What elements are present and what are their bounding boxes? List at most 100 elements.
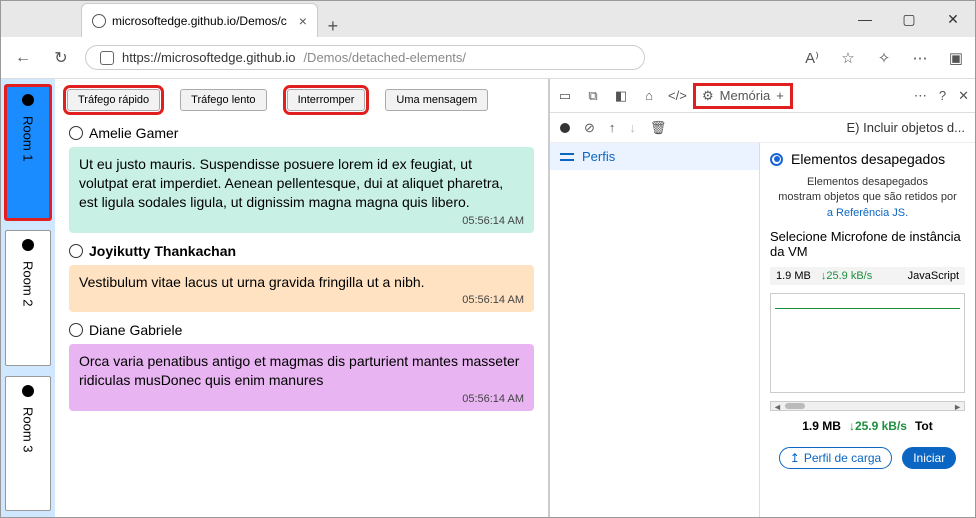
export-icon[interactable]: ↑ xyxy=(609,120,616,135)
room-label: Room 3 xyxy=(21,407,36,453)
record-icon[interactable] xyxy=(560,123,570,133)
presence-dot-icon xyxy=(22,239,34,251)
devtools-panel: ▭ ⧉ ◧ ⌂ </> ⚙ Memória + ⋯ ? ✕ ⊘ ↑ ↓ 🗑 E)… xyxy=(549,79,975,517)
sidebar-toggle-icon[interactable]: ▣ xyxy=(945,49,967,67)
inspect-icon[interactable]: ▭ xyxy=(556,88,574,104)
chat-toolbar: Tráfego rápido Tráfego lento Interromper… xyxy=(55,79,548,121)
address-bar: ← ↻ https://microsoftedge.github.io/Demo… xyxy=(1,37,975,79)
profiling-type-description: Elementos desapegados mostram objetos qu… xyxy=(770,175,965,221)
url-path: /Demos/detached-elements/ xyxy=(303,50,466,65)
help-icon[interactable]: ? xyxy=(939,88,946,103)
room-label: Room 2 xyxy=(21,261,36,307)
mem-size: 1.9 MB xyxy=(776,270,811,282)
window-minimize-button[interactable]: — xyxy=(843,1,887,37)
avatar-icon xyxy=(69,244,83,258)
extensions-icon[interactable]: ✧ xyxy=(873,49,895,67)
tab-memory-label: Memória xyxy=(720,88,771,103)
devtools-tabstrip: ▭ ⧉ ◧ ⌂ </> ⚙ Memória + ⋯ ? ✕ xyxy=(550,79,975,113)
room-label: Room 1 xyxy=(21,116,36,162)
mem-size-2: 1.9 MB xyxy=(802,419,841,433)
avatar-icon xyxy=(69,126,83,140)
reference-js-link[interactable]: a Referência JS. xyxy=(827,207,908,219)
import-icon[interactable]: ↓ xyxy=(629,120,636,135)
elements-icon[interactable]: </> xyxy=(668,88,686,103)
profiles-sidebar: Perfis xyxy=(550,143,760,517)
message-author-row: Amelie Gamer xyxy=(69,121,534,141)
author-name: Joyikutty Thankachan xyxy=(89,243,236,259)
chart-line xyxy=(775,308,960,309)
scroll-left-icon[interactable]: ◄ xyxy=(773,402,782,412)
message-bubble: Orca varia penatibus antigo et magmas di… xyxy=(69,344,534,411)
trash-icon[interactable]: 🗑 xyxy=(650,120,667,136)
tab-close-icon[interactable]: × xyxy=(299,13,307,29)
load-profile-button[interactable]: ↥ Perfil de carga xyxy=(779,447,892,469)
profiles-header[interactable]: Perfis xyxy=(550,143,759,170)
start-button[interactable]: Iniciar xyxy=(902,447,956,469)
load-profile-label: Perfil de carga xyxy=(804,451,881,465)
radio-icon xyxy=(770,153,783,166)
profiles-label: Perfis xyxy=(582,149,615,164)
device-icon[interactable]: ⧉ xyxy=(584,88,602,104)
sliders-icon xyxy=(560,150,574,164)
scroll-thumb[interactable] xyxy=(785,403,805,409)
window-maximize-button[interactable]: ▢ xyxy=(887,1,931,37)
scroll-right-icon[interactable]: ► xyxy=(953,402,962,412)
message-author-row: Diane Gabriele xyxy=(69,318,534,338)
one-message-button[interactable]: Uma mensagem xyxy=(385,89,488,111)
more-tabs-icon[interactable]: ⋯ xyxy=(914,88,927,104)
clear-icon[interactable]: ⊘ xyxy=(584,120,595,136)
read-aloud-icon[interactable]: A⁾ xyxy=(801,49,823,67)
author-name: Diane Gabriele xyxy=(89,322,182,338)
chart-scrollbar[interactable]: ◄ ► xyxy=(770,401,965,411)
fast-traffic-button[interactable]: Tráfego rápido xyxy=(67,89,160,111)
plus-icon: + xyxy=(776,88,784,103)
message-timestamp: 05:56:14 AM xyxy=(79,214,524,229)
upload-icon: ↥ xyxy=(790,451,800,465)
browser-tab[interactable]: microsoftedge.github.io/Demos/c × xyxy=(81,3,318,37)
tab-title: microsoftedge.github.io/Demos/c xyxy=(112,14,287,28)
welcome-icon[interactable]: ⌂ xyxy=(640,88,658,103)
back-button[interactable]: ← xyxy=(9,44,37,72)
message-text: Vestibulum vitae lacus ut urna gravida f… xyxy=(79,273,524,292)
mem-total-label: Tot xyxy=(915,419,933,433)
start-label: Iniciar xyxy=(913,451,945,465)
message-author-row: Joyikutty Thankachan xyxy=(69,239,534,259)
url-field[interactable]: https://microsoftedge.github.io/Demos/de… xyxy=(85,45,645,70)
vm-instance-label: Selecione Microfone de instância da VM xyxy=(770,229,965,259)
lock-icon xyxy=(100,51,114,65)
more-icon[interactable]: ⋯ xyxy=(909,49,931,67)
memory-toolbar: ⊘ ↑ ↓ 🗑 E) Incluir objetos d... xyxy=(550,113,975,143)
tab-memory[interactable]: ⚙ Memória + xyxy=(696,86,790,106)
favorite-icon[interactable]: ☆ xyxy=(837,49,859,67)
room-1[interactable]: Room 1 xyxy=(5,85,51,220)
mem-rate: ↓25.9 kB/s xyxy=(821,270,872,282)
new-tab-button[interactable]: + xyxy=(318,16,348,37)
room-3[interactable]: Room 3 xyxy=(5,376,51,511)
memory-stats-footer: 1.9 MB ↓25.9 kB/s Tot xyxy=(770,419,965,433)
mem-rate-2: ↓25.9 kB/s xyxy=(849,419,907,433)
refresh-button[interactable]: ↻ xyxy=(47,44,75,72)
presence-dot-icon xyxy=(22,385,34,397)
message-bubble: Ut eu justo mauris. Suspendisse posuere … xyxy=(69,147,534,233)
room-2[interactable]: Room 2 xyxy=(5,230,51,365)
window-titlebar: microsoftedge.github.io/Demos/c × + — ▢ … xyxy=(1,1,975,37)
author-name: Amelie Gamer xyxy=(89,125,178,141)
devtools-close-icon[interactable]: ✕ xyxy=(958,88,969,104)
window-close-button[interactable]: ✕ xyxy=(931,1,975,37)
message-text: Orca varia penatibus antigo et magmas di… xyxy=(79,352,524,390)
dock-icon[interactable]: ◧ xyxy=(612,88,630,104)
include-objects-option[interactable]: E) Incluir objetos d... xyxy=(847,120,966,135)
message-list: Amelie Gamer Ut eu justo mauris. Suspend… xyxy=(55,121,548,517)
url-host: https://microsoftedge.github.io xyxy=(122,50,295,65)
slow-traffic-button[interactable]: Tráfego lento xyxy=(180,89,266,111)
message-timestamp: 05:56:14 AM xyxy=(79,392,524,407)
avatar-icon xyxy=(69,323,83,337)
gear-icon: ⚙ xyxy=(702,88,714,104)
presence-dot-icon xyxy=(22,94,34,106)
interrupt-button[interactable]: Interromper xyxy=(287,89,366,111)
memory-stats-header: 1.9 MB ↓25.9 kB/s JavaScript xyxy=(770,267,965,285)
profiling-type-radio[interactable]: Elementos desapegados xyxy=(770,151,965,167)
message-timestamp: 05:56:14 AM xyxy=(79,293,524,308)
message-text: Ut eu justo mauris. Suspendisse posuere … xyxy=(79,155,524,212)
radio-label: Elementos desapegados xyxy=(791,151,945,167)
